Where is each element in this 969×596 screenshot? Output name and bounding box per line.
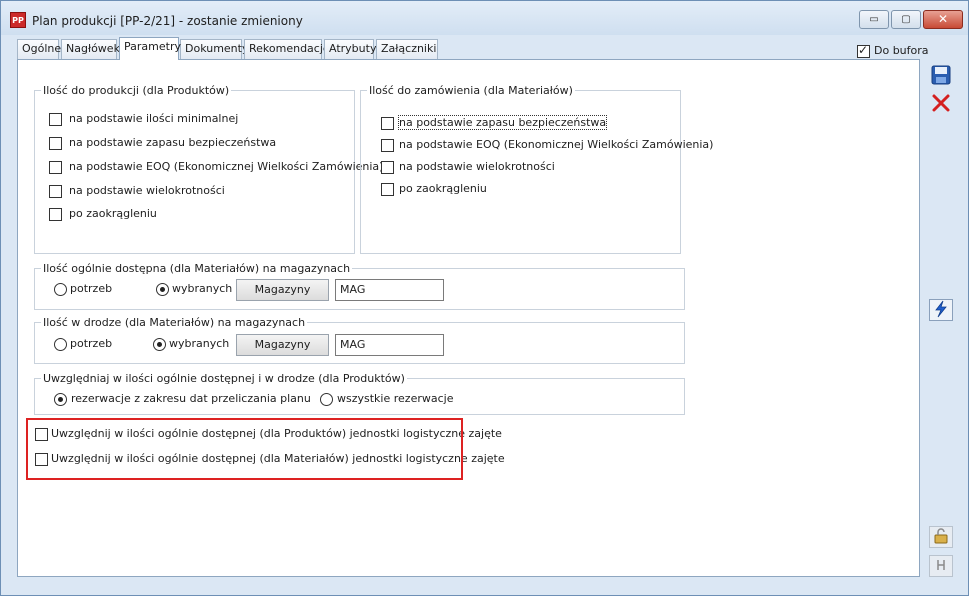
produkcja-zaokragleniu-checkbox[interactable] (49, 208, 62, 221)
delete-icon (932, 94, 950, 112)
highlight-box (26, 418, 463, 480)
app-logo-icon: PP (10, 12, 26, 28)
produkcja-zapas-checkbox[interactable] (49, 137, 62, 150)
w-drodze-potrzeb-radio[interactable] (54, 338, 67, 351)
dostepna-magazyn-input[interactable]: MAG (335, 279, 444, 301)
group-produkcja-title: Ilość do produkcji (dla Produktów) (41, 84, 232, 97)
produkcja-option-label: na podstawie wielokrotności (69, 184, 225, 197)
tab-rekomendacje[interactable]: Rekomendacje (244, 39, 330, 59)
produkcja-option-label: na podstawie ilości minimalnej (69, 112, 239, 125)
w-drodze-wybranych-label: wybranych (169, 337, 230, 350)
window-title: Plan produkcji [PP-2/21] - zostanie zmie… (32, 14, 303, 28)
tab-ogolne[interactable]: Ogólne (17, 39, 61, 59)
pin-icon (937, 560, 945, 570)
group-dostepna-title: Ilość ogólnie dostępna (dla Materiałów) … (41, 262, 353, 275)
tab-atrybuty[interactable]: Atrybuty (324, 39, 376, 59)
w-drodze-magazyn-input[interactable]: MAG (335, 334, 444, 356)
dostepna-wybranych-label: wybranych (172, 282, 233, 295)
tab-dokumenty[interactable]: Dokumenty (180, 39, 248, 59)
group-produkcja: Ilość do produkcji (dla Produktów) na po… (34, 84, 383, 254)
zamowienie-option-label: po zaokrągleniu (399, 182, 487, 195)
minimize-icon: ▭ (869, 14, 879, 25)
group-w-drodze: Ilość w drodze (dla Materiałów) na magaz… (34, 316, 685, 364)
parametry-panel: Ilość do produkcji (dla Produktów) na po… (17, 59, 920, 577)
produkcja-minimalnej-checkbox[interactable] (49, 113, 62, 126)
produkcja-wielokrotnosci-checkbox[interactable] (49, 185, 62, 198)
tab-parametry[interactable]: Parametry (119, 37, 181, 60)
tab-zalaczniki[interactable]: Załączniki (376, 39, 438, 59)
pin-button[interactable] (929, 555, 953, 577)
group-rezerwacje-title: Uwzględniaj w ilości ogólnie dostępnej i… (41, 372, 407, 385)
close-icon: ✕ (937, 12, 949, 26)
do-bufora-label: Do bufora (874, 44, 929, 57)
tab-naglowek[interactable]: Nagłówek (61, 39, 120, 59)
rezerwacje-wszystkie-label: wszystkie rezerwacje (337, 392, 454, 405)
group-zamowienie: Ilość do zamówienia (dla Materiałów) na … (360, 84, 713, 254)
lock-icon (934, 528, 948, 544)
do-bufora-checkbox[interactable] (857, 43, 870, 58)
calculate-button[interactable] (929, 299, 953, 321)
unlock-button[interactable] (929, 526, 953, 548)
zamowienie-eoq-checkbox[interactable] (381, 139, 394, 152)
dostepna-wybranych-radio[interactable] (156, 283, 169, 296)
w-drodze-potrzeb-label: potrzeb (70, 337, 113, 350)
rezerwacje-zakres-label: rezerwacje z zakresu dat przeliczania pl… (71, 392, 311, 405)
rezerwacje-wszystkie-radio[interactable] (320, 393, 333, 406)
produkcja-option-label: na podstawie EOQ (Ekonomicznej Wielkości… (69, 160, 384, 173)
dostepna-magazyny-button[interactable]: Magazyny (236, 279, 329, 301)
zamowienie-option-label: na podstawie wielokrotności (399, 160, 555, 173)
w-drodze-magazyny-button[interactable]: Magazyny (236, 334, 329, 356)
zamowienie-option-label: na podstawie EOQ (Ekonomicznej Wielkości… (399, 138, 714, 151)
minimize-button[interactable]: ▭ (859, 10, 889, 29)
group-dostepna: Ilość ogólnie dostępna (dla Materiałów) … (34, 262, 685, 310)
produkcja-option-label: na podstawie zapasu bezpieczeństwa (69, 136, 277, 149)
group-zamowienie-title: Ilość do zamówienia (dla Materiałów) (367, 84, 575, 97)
produkcja-option-label: po zaokrągleniu (69, 207, 157, 220)
w-drodze-wybranych-radio[interactable] (153, 338, 166, 351)
rezerwacje-zakres-radio[interactable] (54, 393, 67, 406)
produkcja-eoq-checkbox[interactable] (49, 161, 62, 174)
maximize-button[interactable]: ▢ (891, 10, 921, 29)
zamowienie-wielokrotnosci-checkbox[interactable] (381, 161, 394, 174)
delete-button[interactable] (929, 93, 953, 115)
lightning-icon (935, 300, 947, 318)
zamowienie-option-label: na podstawie zapasu bezpieczeństwa (397, 115, 608, 130)
title-bar: PP Plan produkcji [PP-2/21] - zostanie z… (1, 1, 968, 35)
group-rezerwacje: Uwzględniaj w ilości ogólnie dostępnej i… (34, 372, 685, 415)
dostepna-potrzeb-radio[interactable] (54, 283, 67, 296)
group-w-drodze-title: Ilość w drodze (dla Materiałów) na magaz… (41, 316, 308, 329)
close-button[interactable]: ✕ (923, 10, 963, 29)
zamowienie-zaokragleniu-checkbox[interactable] (381, 183, 394, 196)
save-button[interactable] (929, 65, 953, 87)
dostepna-potrzeb-label: potrzeb (70, 282, 113, 295)
main-window: PP Plan produkcji [PP-2/21] - zostanie z… (0, 0, 969, 596)
maximize-icon: ▢ (901, 14, 911, 25)
zamowienie-zapas-checkbox[interactable] (381, 117, 394, 130)
save-icon (931, 65, 951, 85)
